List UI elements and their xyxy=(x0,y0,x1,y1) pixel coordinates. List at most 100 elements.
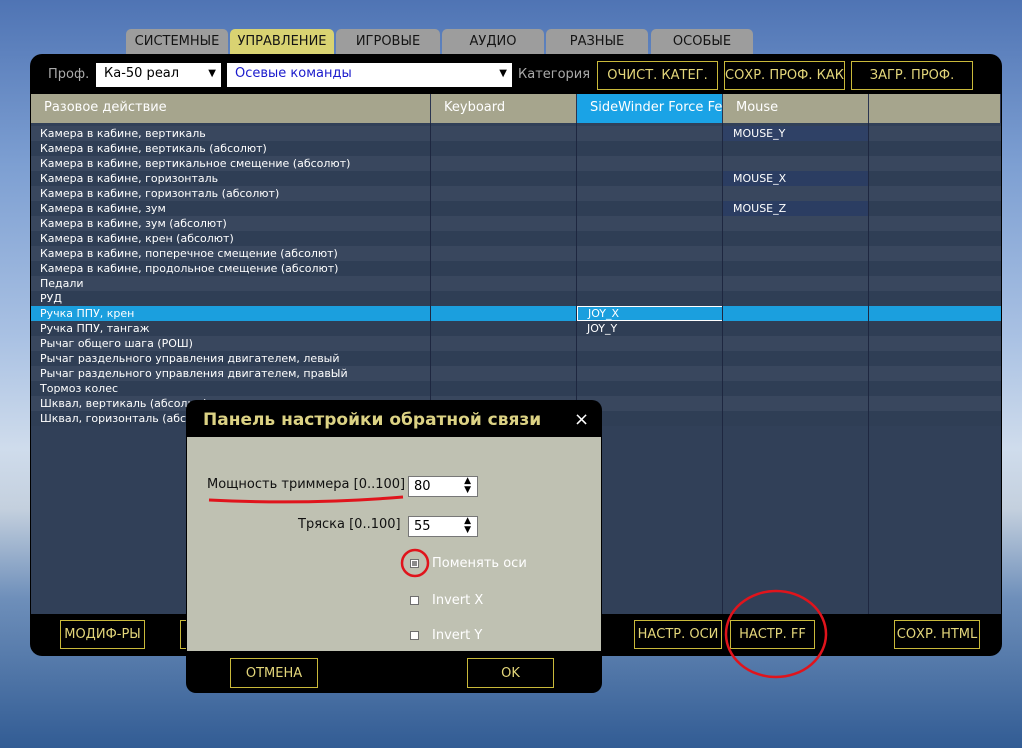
tab-controls[interactable]: УПРАВЛЕНИЕ xyxy=(230,29,334,54)
mouse-cell[interactable] xyxy=(723,381,869,396)
forcefeedback-cell[interactable]: JOY_Y xyxy=(577,321,723,336)
keyboard-cell[interactable] xyxy=(431,261,577,276)
mouse-cell[interactable] xyxy=(723,411,869,426)
keyboard-cell[interactable] xyxy=(431,321,577,336)
mouse-cell[interactable] xyxy=(723,231,869,246)
column-header-mouse[interactable]: Mouse xyxy=(723,94,869,123)
keyboard-cell[interactable] xyxy=(431,216,577,231)
keyboard-cell[interactable] xyxy=(431,186,577,201)
keyboard-cell[interactable] xyxy=(431,366,577,381)
mouse-cell[interactable] xyxy=(723,366,869,381)
extra-cell[interactable] xyxy=(869,171,1001,186)
mouse-cell[interactable]: MOUSE_Z xyxy=(723,201,869,216)
table-row[interactable]: Камера в кабине, поперечное смещение (аб… xyxy=(31,246,1001,261)
mouse-cell[interactable] xyxy=(723,246,869,261)
table-row[interactable]: Камера в кабине, горизонталь MOUSE_X xyxy=(31,171,1001,186)
forcefeedback-cell[interactable] xyxy=(577,141,723,156)
keyboard-cell[interactable] xyxy=(431,201,577,216)
forcefeedback-cell[interactable] xyxy=(577,336,723,351)
extra-cell[interactable] xyxy=(869,246,1001,261)
forcefeedback-cell[interactable] xyxy=(577,261,723,276)
table-row[interactable]: Тормоз колес xyxy=(31,381,1001,396)
extra-cell[interactable] xyxy=(869,276,1001,291)
invert-x-checkbox[interactable] xyxy=(410,596,419,605)
mouse-cell[interactable] xyxy=(723,261,869,276)
keyboard-cell[interactable] xyxy=(431,126,577,141)
column-header-action[interactable]: Разовое действие xyxy=(31,94,431,123)
spinner-arrows-icon[interactable]: ▲ ▼ xyxy=(464,517,471,535)
mouse-cell[interactable] xyxy=(723,321,869,336)
forcefeedback-cell[interactable] xyxy=(577,126,723,141)
spinner-arrows-icon[interactable]: ▲ ▼ xyxy=(464,477,471,495)
extra-cell[interactable] xyxy=(869,336,1001,351)
keyboard-cell[interactable] xyxy=(431,141,577,156)
table-row[interactable]: Ручка ППУ, крен JOY_X xyxy=(31,306,1001,321)
mouse-cell[interactable] xyxy=(723,156,869,171)
mouse-cell[interactable] xyxy=(723,336,869,351)
extra-cell[interactable] xyxy=(869,366,1001,381)
extra-cell[interactable] xyxy=(869,351,1001,366)
extra-cell[interactable] xyxy=(869,306,1001,321)
keyboard-cell[interactable] xyxy=(431,351,577,366)
table-row[interactable]: Рычаг раздельного управления двигателем,… xyxy=(31,366,1001,381)
mouse-cell[interactable] xyxy=(723,291,869,306)
mouse-cell[interactable] xyxy=(723,186,869,201)
mouse-cell[interactable] xyxy=(723,351,869,366)
trimmer-input[interactable]: 80 ▲ ▼ xyxy=(408,476,478,497)
forcefeedback-cell[interactable] xyxy=(577,291,723,306)
load-profile-button[interactable]: ЗАГР. ПРОФ. xyxy=(851,61,973,90)
forcefeedback-cell[interactable] xyxy=(577,171,723,186)
table-row[interactable]: Ручка ППУ, тангаж JOY_Y xyxy=(31,321,1001,336)
extra-cell[interactable] xyxy=(869,411,1001,426)
forcefeedback-cell[interactable] xyxy=(577,186,723,201)
table-row[interactable]: Камера в кабине, вертикаль MOUSE_Y xyxy=(31,126,1001,141)
extra-cell[interactable] xyxy=(869,201,1001,216)
forcefeedback-cell[interactable] xyxy=(577,351,723,366)
table-row[interactable]: Камера в кабине, вертикаль (абсолют) xyxy=(31,141,1001,156)
cancel-button[interactable]: ОТМЕНА xyxy=(230,658,318,688)
category-filter-select[interactable]: Осевые команды ▼ xyxy=(227,63,512,87)
keyboard-cell[interactable] xyxy=(431,276,577,291)
table-row[interactable]: Камера в кабине, крен (абсолют) xyxy=(31,231,1001,246)
keyboard-cell[interactable] xyxy=(431,291,577,306)
tab-special[interactable]: ОСОБЫЕ xyxy=(651,29,753,54)
table-row[interactable]: Камера в кабине, зум (абсолют) xyxy=(31,216,1001,231)
table-row[interactable]: Рычаг раздельного управления двигателем,… xyxy=(31,351,1001,366)
mouse-cell[interactable] xyxy=(723,141,869,156)
clear-category-button[interactable]: ОЧИСТ. КАТЕГ. xyxy=(597,61,718,90)
column-header-keyboard[interactable]: Keyboard xyxy=(431,94,577,123)
ok-button[interactable]: OK xyxy=(467,658,554,688)
extra-cell[interactable] xyxy=(869,261,1001,276)
keyboard-cell[interactable] xyxy=(431,246,577,261)
extra-cell[interactable] xyxy=(869,291,1001,306)
table-row[interactable]: Камера в кабине, продольное смещение (аб… xyxy=(31,261,1001,276)
keyboard-cell[interactable] xyxy=(431,336,577,351)
extra-cell[interactable] xyxy=(869,126,1001,141)
column-header-extra[interactable] xyxy=(869,94,1001,123)
forcefeedback-cell[interactable]: JOY_X xyxy=(577,306,723,321)
extra-cell[interactable] xyxy=(869,141,1001,156)
tab-gameplay[interactable]: ИГРОВЫЕ xyxy=(336,29,440,54)
column-header-forcefeedback[interactable]: SideWinder Force Fee xyxy=(577,94,723,123)
profile-select[interactable]: Ка-50 реал ▼ xyxy=(96,63,221,87)
keyboard-cell[interactable] xyxy=(431,381,577,396)
tab-audio[interactable]: АУДИО xyxy=(442,29,544,54)
extra-cell[interactable] xyxy=(869,321,1001,336)
mouse-cell[interactable]: MOUSE_X xyxy=(723,171,869,186)
forcefeedback-cell[interactable] xyxy=(577,156,723,171)
extra-cell[interactable] xyxy=(869,231,1001,246)
close-icon[interactable]: × xyxy=(574,409,589,430)
axis-settings-button[interactable]: НАСТР. ОСИ xyxy=(634,620,722,649)
mouse-cell[interactable] xyxy=(723,216,869,231)
keyboard-cell[interactable] xyxy=(431,231,577,246)
extra-cell[interactable] xyxy=(869,381,1001,396)
table-row[interactable]: Камера в кабине, горизонталь (абсолют) xyxy=(31,186,1001,201)
forcefeedback-cell[interactable] xyxy=(577,276,723,291)
extra-cell[interactable] xyxy=(869,156,1001,171)
forcefeedback-cell[interactable] xyxy=(577,366,723,381)
forcefeedback-cell[interactable] xyxy=(577,201,723,216)
mouse-cell[interactable] xyxy=(723,306,869,321)
forcefeedback-cell[interactable] xyxy=(577,216,723,231)
table-row[interactable]: Педали xyxy=(31,276,1001,291)
save-profile-as-button[interactable]: СОХР. ПРОФ. КАК xyxy=(724,61,845,90)
